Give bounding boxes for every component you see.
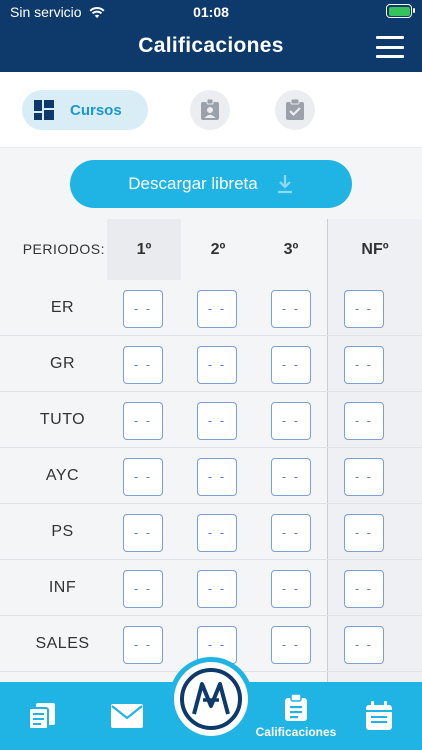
nav-calendar[interactable] [362, 682, 396, 750]
id-badge-icon [201, 99, 219, 120]
grade-cell[interactable]: - - [271, 346, 311, 384]
period-header-final: NFº [361, 241, 389, 258]
course-label: ER [50, 299, 75, 316]
course-label: PS [51, 523, 74, 540]
course-label: INF [48, 579, 77, 596]
grade-cell[interactable]: - - [123, 458, 163, 496]
tab-clipboard[interactable] [275, 90, 315, 130]
grade-cell[interactable]: - - [197, 346, 237, 384]
download-label: Descargar libreta [128, 174, 258, 193]
grade-cell[interactable]: - - [197, 458, 237, 496]
calendar-icon [366, 701, 392, 730]
battery-icon [386, 4, 415, 18]
grade-cell[interactable]: - - [123, 290, 163, 328]
nav-calificaciones-label: Calificaciones [255, 724, 337, 739]
grade-cell[interactable]: - - [271, 570, 311, 608]
periods-label: PERIODOS: [22, 241, 105, 257]
clock-time: 01:08 [193, 4, 229, 20]
download-report-button[interactable]: Descargar libreta [70, 160, 352, 208]
final-grade-cell[interactable]: - - [344, 402, 384, 440]
final-grade-cell[interactable]: - - [344, 514, 384, 552]
grade-cell[interactable]: - - [271, 514, 311, 552]
grade-cell[interactable]: - - [123, 402, 163, 440]
tab-cursos[interactable]: Cursos [22, 90, 148, 130]
grade-cell[interactable]: - - [123, 514, 163, 552]
grade-cell[interactable]: - - [271, 458, 311, 496]
hamburger-menu-button[interactable] [376, 36, 404, 58]
grade-cell[interactable]: - - [197, 570, 237, 608]
course-label: GR [50, 355, 75, 372]
final-grade-cell[interactable]: - - [344, 290, 384, 328]
grade-row: TUTO - - - - - - - - [0, 392, 422, 448]
grade-cell[interactable]: - - [123, 570, 163, 608]
school-logo [174, 662, 248, 736]
nav-documents[interactable] [22, 682, 62, 750]
envelope-icon [111, 704, 143, 728]
app-header: Sin servicio 01:08 Calificaciones [0, 0, 422, 72]
period-header: 2º [210, 241, 226, 258]
grade-cell[interactable]: - - [123, 626, 163, 664]
menu-line [376, 55, 404, 58]
grade-cell[interactable]: - - [197, 514, 237, 552]
school-crest-icon [180, 668, 242, 730]
tab-cursos-label: Cursos [70, 101, 122, 119]
grade-cell[interactable]: - - [197, 290, 237, 328]
grade-row: ER - - - - - - - - [0, 280, 422, 336]
nav-messages[interactable] [106, 682, 148, 750]
clipboard-list-icon [285, 693, 307, 721]
school-logo-button[interactable] [169, 657, 253, 741]
course-label: AYC [45, 467, 80, 484]
clipboard-check-icon [286, 99, 304, 120]
grade-cell[interactable]: - - [271, 402, 311, 440]
grid-icon [34, 100, 54, 120]
menu-line [376, 45, 404, 49]
tab-student-badge[interactable] [190, 90, 230, 130]
grade-row: INF - - - - - - - - [0, 560, 422, 616]
grade-row: GR - - - - - - - - [0, 336, 422, 392]
course-label: TUTO [39, 411, 86, 428]
menu-line [376, 36, 404, 39]
documents-icon [28, 703, 55, 730]
final-grade-cell[interactable]: - - [344, 458, 384, 496]
segment-tabbar: Cursos [0, 72, 422, 148]
nav-calificaciones[interactable]: Calificaciones [254, 682, 338, 750]
grade-cell[interactable]: - - [271, 290, 311, 328]
course-label: SALES [35, 635, 90, 652]
grade-cell[interactable]: - - [271, 626, 311, 664]
page-title: Calificaciones [138, 34, 284, 57]
grade-row: PS - - - - - - - - [0, 504, 422, 560]
download-icon [277, 175, 292, 194]
final-grade-cell[interactable]: - - [344, 570, 384, 608]
final-grade-cell[interactable]: - - [344, 626, 384, 664]
periods-header-row: PERIODOS: 1º 2º 3º NFº [0, 219, 422, 280]
grades-table: PERIODOS: 1º 2º 3º NFº ER - - - - - - - - GR -… [0, 219, 422, 672]
status-bar: Sin servicio 01:08 [0, 0, 422, 24]
grade-cell[interactable]: - - [197, 402, 237, 440]
grade-cell[interactable]: - - [123, 346, 163, 384]
final-grade-cell[interactable]: - - [344, 346, 384, 384]
period-header: 1º [136, 241, 152, 258]
period-header: 3º [283, 241, 299, 258]
grade-row: AYC - - - - - - - - [0, 448, 422, 504]
